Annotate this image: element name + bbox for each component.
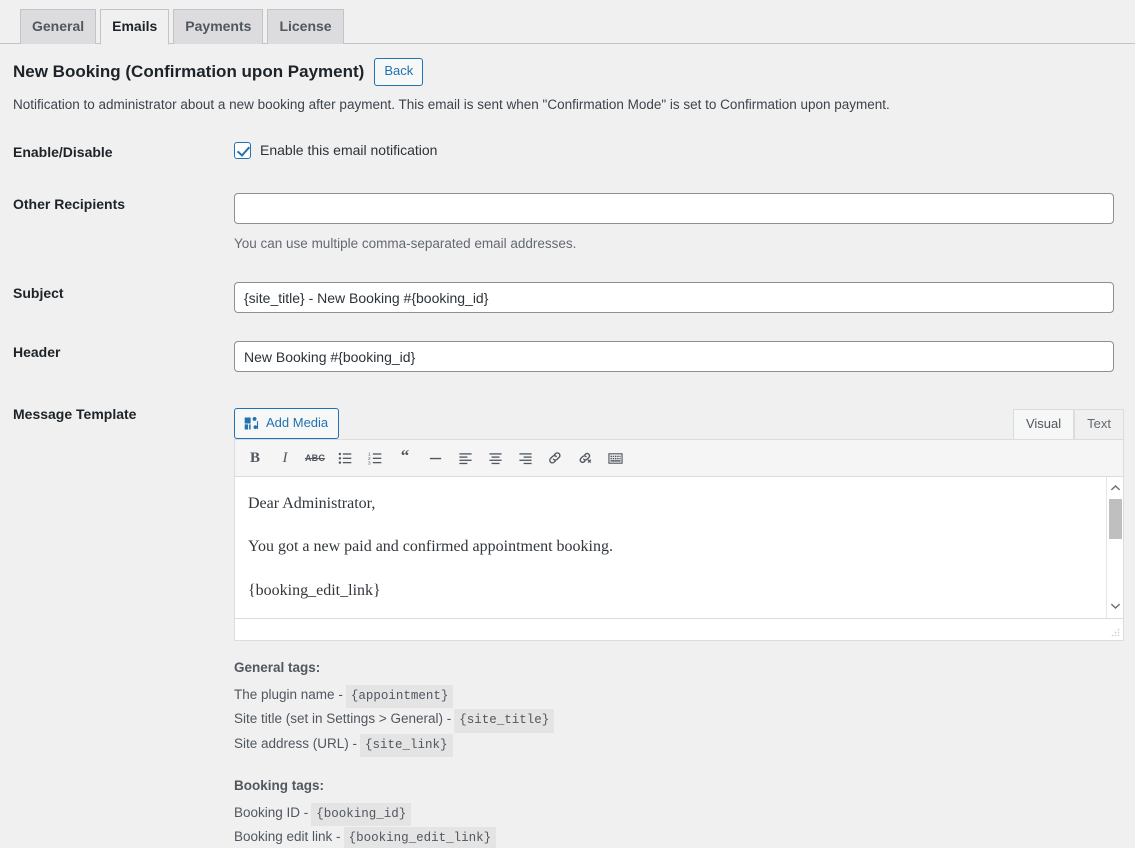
tag-description: Site address (URL) - (234, 735, 358, 751)
label-other-recipients: Other Recipients (13, 196, 126, 213)
blockquote-icon[interactable]: “ (391, 445, 419, 471)
tab-license[interactable]: License (267, 9, 344, 44)
tag-code: {site_title} (454, 709, 555, 733)
editor-text-area[interactable]: Dear Administrator, You got a new paid a… (235, 477, 1123, 620)
tag-group-general: General tags: The plugin name - {appointm… (234, 658, 1135, 757)
italic-icon[interactable]: I (271, 445, 299, 471)
editor-scrollbar[interactable] (1106, 477, 1123, 619)
tab-text[interactable]: Text (1074, 408, 1124, 440)
toolbar-toggle-icon[interactable] (601, 445, 629, 471)
bulleted-list-icon[interactable] (331, 445, 359, 471)
tag-code: {site_link} (360, 733, 453, 757)
label-subject: Subject (13, 285, 64, 302)
tag-line: Booking edit link - {booking_edit_link} (234, 826, 1135, 848)
editor-container: B I ABC 1 2 3 “ Dear Administrator, You … (234, 439, 1124, 642)
editor-content[interactable]: Dear Administrator, You got a new paid a… (235, 477, 1123, 618)
other-recipients-hint: You can use multiple comma-separated ema… (234, 236, 577, 252)
enable-email-checkbox-label[interactable]: Enable this email notification (260, 141, 437, 159)
tag-description: The plugin name - (234, 687, 343, 703)
add-media-button[interactable]: Add Media (234, 408, 340, 440)
editor-paragraph: You got a new paid and confirmed appoint… (248, 538, 613, 556)
settings-tab-bar: General Emails Payments License (0, 0, 1135, 45)
scroll-down-icon[interactable] (1107, 597, 1123, 614)
tag-group-title: General tags: (234, 660, 321, 676)
editor-toolbar: B I ABC 1 2 3 “ (235, 440, 1123, 478)
tag-line: Site title (set in Settings > General) -… (234, 708, 1135, 733)
insert-link-icon[interactable] (541, 445, 569, 471)
tag-line: The plugin name - {appointment} (234, 684, 1135, 709)
other-recipients-input[interactable] (234, 193, 1114, 225)
editor-status-bar (235, 619, 1123, 641)
template-tags-help: General tags: The plugin name - {appointm… (0, 641, 1135, 848)
tag-group-booking: Booking tags: Booking ID - {booking_id} B… (234, 776, 1135, 848)
tag-code: {booking_edit_link} (343, 826, 497, 848)
back-button[interactable]: Back (374, 58, 424, 86)
label-message-template: Message Template (13, 406, 137, 423)
tag-code: {booking_id} (311, 802, 412, 826)
bold-icon[interactable]: B (241, 445, 269, 471)
row-email-header: Header (0, 341, 1135, 373)
page-description: Notification to administrator about a ne… (13, 96, 890, 112)
page-header: New Booking (Confirmation upon Payment) … (0, 44, 1135, 86)
add-media-label: Add Media (266, 415, 329, 431)
scroll-up-icon[interactable] (1107, 479, 1123, 496)
editor-media-bar: Add Media Visual Text (234, 403, 1124, 440)
tag-group-title: Booking tags: (234, 777, 324, 793)
label-enable-disable: Enable/Disable (13, 144, 113, 161)
email-header-input[interactable] (234, 341, 1114, 373)
tag-code: {appointment} (345, 685, 454, 709)
align-left-icon[interactable] (451, 445, 479, 471)
editor-resize-handle[interactable] (1109, 626, 1121, 638)
tab-payments[interactable]: Payments (173, 9, 264, 44)
media-icon (243, 415, 260, 432)
row-message-template: Message Template Add Media Visual Text B… (0, 403, 1135, 642)
editor-mode-tabs: Visual Text (1012, 408, 1124, 440)
tab-emails[interactable]: Emails (100, 9, 170, 45)
align-center-icon[interactable] (481, 445, 509, 471)
label-email-header: Header (13, 344, 61, 361)
row-enable-disable: Enable/Disable Enable this email notific… (0, 141, 1135, 161)
tag-description: Booking ID - (234, 804, 309, 820)
strikethrough-icon[interactable]: ABC (301, 445, 329, 471)
tag-line: Site address (URL) - {site_link} (234, 733, 1135, 757)
svg-text:3: 3 (368, 460, 371, 465)
editor-scrollbar-thumb[interactable] (1109, 499, 1122, 540)
message-template-editor: Add Media Visual Text B I ABC 1 2 3 “ De… (234, 403, 1124, 642)
enable-email-checkbox[interactable] (234, 141, 251, 159)
page-title: New Booking (Confirmation upon Payment) (13, 61, 365, 81)
tag-line: Booking ID - {booking_id} (234, 802, 1135, 826)
align-right-icon[interactable] (511, 445, 539, 471)
horizontal-rule-icon[interactable] (421, 445, 449, 471)
email-settings-form: Enable/Disable Enable this email notific… (0, 115, 1135, 642)
editor-paragraph: Dear Administrator, (248, 495, 376, 513)
row-subject: Subject (0, 282, 1135, 314)
tag-description: Booking edit link - (234, 828, 341, 844)
row-other-recipients: Other Recipients You can use multiple co… (0, 193, 1135, 254)
numbered-list-icon[interactable]: 1 2 3 (361, 445, 389, 471)
tab-visual[interactable]: Visual (1012, 408, 1075, 440)
tag-description: Site title (set in Settings > General) - (234, 711, 452, 727)
editor-paragraph: {booking_edit_link} (248, 581, 381, 599)
subject-input[interactable] (234, 282, 1114, 314)
remove-link-icon[interactable] (571, 445, 599, 471)
tab-general[interactable]: General (20, 9, 97, 44)
